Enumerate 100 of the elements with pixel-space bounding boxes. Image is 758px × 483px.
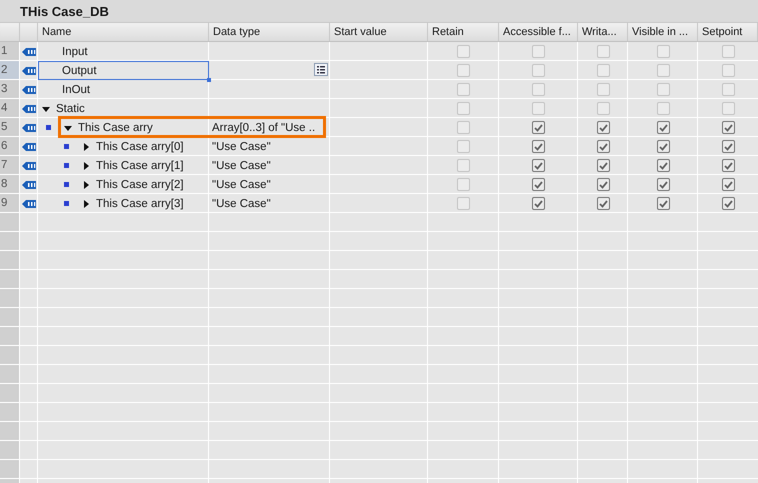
column-header[interactable]: Visible in ... — [632, 26, 688, 38]
row-number[interactable]: 1 — [0, 42, 19, 60]
checkbox[interactable] — [596, 197, 610, 210]
expanded-triangle-icon[interactable] — [42, 104, 50, 112]
check-icon — [724, 180, 732, 188]
checkbox[interactable] — [656, 178, 670, 191]
row-number[interactable]: 8 — [0, 175, 19, 193]
check-icon — [658, 180, 668, 188]
check-icon — [534, 180, 543, 188]
checkbox[interactable] — [596, 178, 610, 191]
list-button[interactable] — [314, 63, 328, 76]
interface-icon — [22, 142, 36, 152]
row-number[interactable]: 6 — [0, 137, 19, 155]
checkbox[interactable] — [656, 197, 670, 210]
variable-name: This Case arry[0] — [96, 140, 184, 152]
interface-icon — [22, 46, 36, 56]
checkbox[interactable] — [532, 140, 545, 153]
variable-name: InOut — [62, 84, 90, 96]
editor-title: THis Case_DB — [20, 4, 109, 18]
checkbox[interactable] — [596, 159, 610, 172]
check-icon — [724, 200, 732, 208]
row-header — [0, 403, 19, 421]
row-number[interactable]: 3 — [0, 80, 19, 98]
check-icon — [658, 200, 668, 208]
check-icon — [598, 124, 608, 132]
row-number[interactable]: 5 — [0, 118, 19, 136]
interface-icon — [22, 122, 36, 132]
interface-icon — [22, 104, 36, 114]
collapsed-triangle-icon[interactable] — [82, 200, 90, 208]
check-icon — [534, 200, 543, 208]
check-icon — [534, 162, 543, 170]
checkbox[interactable] — [722, 140, 734, 153]
column-header[interactable]: Data type — [213, 26, 260, 38]
name-field[interactable]: Output — [38, 61, 209, 80]
interface-icon — [22, 160, 36, 170]
column-header[interactable]: Accessible f... — [503, 26, 571, 38]
row-header — [0, 346, 19, 364]
checkbox[interactable] — [722, 121, 734, 134]
checkbox[interactable] — [722, 159, 734, 172]
row-header — [0, 270, 19, 288]
row-header — [0, 365, 19, 383]
check-icon — [724, 124, 732, 132]
check-icon — [534, 142, 543, 150]
column-header[interactable]: Start value — [334, 26, 387, 38]
row-header — [0, 327, 19, 345]
column-header[interactable]: Name — [42, 26, 72, 38]
variable-name: This Case arry[3] — [96, 198, 184, 210]
row-header — [0, 441, 19, 459]
collapsed-triangle-icon[interactable] — [82, 142, 90, 150]
check-icon — [534, 124, 543, 132]
checkbox[interactable] — [722, 178, 734, 191]
data-type: "Use Case" — [212, 178, 271, 190]
data-type: Array[0..3] of "Use .. — [212, 122, 316, 134]
check-icon — [724, 142, 732, 150]
list-icon — [317, 66, 325, 74]
row-header — [0, 422, 19, 440]
interface-icon — [22, 198, 36, 208]
column-header[interactable]: Setpoint — [702, 26, 742, 38]
row-number[interactable]: 4 — [0, 99, 19, 117]
checkbox[interactable] — [656, 121, 670, 134]
expanded-triangle-icon[interactable] — [64, 124, 72, 132]
check-icon — [598, 142, 608, 150]
check-icon — [724, 162, 732, 170]
interface-icon — [22, 180, 36, 190]
row-number[interactable]: 2 — [0, 61, 19, 79]
member-square-icon — [64, 163, 69, 168]
variable-name: This Case arry[1] — [96, 160, 184, 172]
data-type: "Use Case" — [212, 198, 271, 210]
check-icon — [598, 180, 608, 188]
check-icon — [658, 162, 668, 170]
row-header — [0, 384, 19, 402]
collapsed-triangle-icon[interactable] — [82, 180, 90, 188]
checkbox[interactable] — [532, 121, 545, 134]
row-header — [0, 232, 19, 250]
check-icon — [598, 162, 608, 170]
checkbox[interactable] — [532, 178, 545, 191]
checkbox[interactable] — [532, 197, 545, 210]
interface-icon — [22, 84, 36, 94]
row-header — [0, 289, 19, 307]
checkbox[interactable] — [596, 121, 610, 134]
column-header[interactable]: Writa... — [582, 26, 617, 38]
checkbox[interactable] — [656, 159, 670, 172]
checkbox[interactable] — [532, 159, 545, 172]
variable-name: Output — [62, 64, 97, 76]
row-header — [0, 308, 19, 326]
variable-name: This Case arry[2] — [96, 178, 184, 190]
variable-name: Input — [62, 46, 88, 58]
collapsed-triangle-icon[interactable] — [82, 162, 90, 170]
row-number[interactable]: 9 — [0, 194, 19, 212]
check-icon — [658, 142, 668, 150]
variable-name: Static — [56, 102, 85, 114]
member-square-icon — [46, 125, 51, 130]
checkbox[interactable] — [596, 140, 610, 153]
variable-name: This Case arry — [78, 122, 153, 134]
row-number[interactable]: 7 — [0, 156, 19, 174]
checkbox[interactable] — [722, 197, 734, 210]
checkbox[interactable] — [656, 140, 670, 153]
row-header — [0, 251, 19, 269]
column-header[interactable]: Retain — [432, 26, 464, 38]
interface-icon — [22, 66, 36, 76]
